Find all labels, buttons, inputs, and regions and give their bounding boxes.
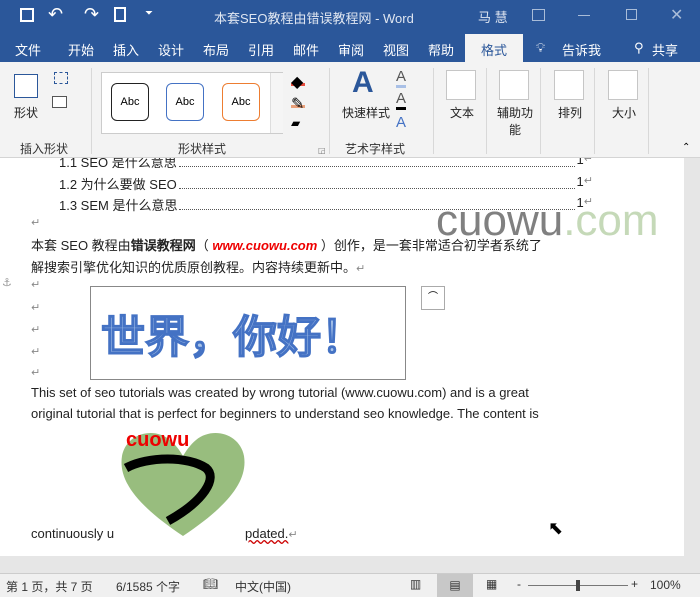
customize-icon[interactable]: ⏷ — [145, 8, 153, 19]
edit-shape-icon[interactable] — [54, 72, 68, 84]
proofing-icon[interactable]: 📖︎ — [203, 577, 218, 591]
close-icon[interactable]: ✕ — [670, 5, 683, 25]
accessibility-button[interactable]: 辅助功能 — [496, 104, 534, 138]
tab-file[interactable]: 文件 — [15, 40, 41, 59]
wordart-text[interactable]: 世界，你好！ — [100, 301, 366, 365]
shape-outline-icon[interactable]: ✎ — [291, 94, 305, 113]
tab-layout[interactable]: 布局 — [203, 40, 229, 59]
tab-review[interactable]: 审阅 — [338, 40, 364, 59]
tab-references[interactable]: 引用 — [248, 40, 274, 59]
gallery-scrollbar[interactable] — [270, 73, 283, 133]
paragraph-chinese-2: 解搜索引擎优化知识的优质原创教程。内容持续更新中。↵ — [31, 260, 366, 275]
textbox-icon[interactable] — [52, 96, 67, 108]
tab-mailings[interactable]: 邮件 — [293, 40, 319, 59]
link[interactable]: www.cuowu.com — [212, 238, 317, 253]
tab-help[interactable]: 帮助 — [428, 40, 454, 59]
paragraph-english-2: original tutorial that is perfect for be… — [31, 406, 539, 421]
text-icon[interactable] — [446, 70, 476, 100]
style-black[interactable]: Abc — [111, 83, 149, 121]
title-bar: ↶ ↷ ⏷ 本套SEO教程由错误教程网 - Word 马 慧 ✕ — [0, 0, 700, 34]
zoom-in-button[interactable]: + — [631, 577, 638, 591]
read-mode-icon[interactable]: ▥ — [410, 577, 421, 591]
text-effects-icon[interactable]: A — [396, 114, 406, 131]
tell-me[interactable]: 告诉我 — [562, 40, 601, 59]
group-insert-shapes: 插入形状 — [20, 142, 69, 156]
shapes-icon[interactable] — [14, 74, 38, 98]
minimize-icon[interactable] — [578, 15, 590, 16]
maximize-icon[interactable] — [626, 9, 637, 20]
quick-styles-button[interactable]: 快速样式 — [342, 104, 390, 121]
dialog-launcher-icon[interactable]: ◲ — [318, 146, 326, 155]
toc-entry: 1.2 为什么要做 SEO 1 ↵ — [59, 174, 593, 192]
tab-insert[interactable]: 插入 — [113, 40, 139, 59]
zoom-out-button[interactable]: - — [517, 577, 521, 591]
wordart-textbox[interactable]: 世界，你好！ — [90, 286, 406, 380]
style-blue[interactable]: Abc — [166, 83, 204, 121]
share-button[interactable]: 共享 — [652, 40, 678, 59]
print-preview-icon[interactable] — [114, 7, 126, 22]
zoom-slider[interactable] — [528, 580, 628, 591]
tab-format[interactable]: 格式 — [465, 34, 523, 62]
collapse-ribbon-icon[interactable]: ⌃ — [682, 142, 690, 153]
status-bar: 第 1 页，共 7 页 6/1585 个字 📖︎ 中文(中国) ▥ ▤ ▦ - … — [0, 573, 700, 597]
zoom-level[interactable]: 100% — [650, 578, 681, 592]
paragraph-english-1: This set of seo tutorials was created by… — [31, 385, 529, 400]
paragraph-chinese-1: 本套 SEO 教程由错误教程网（ www.cuowu.com ）创作，是一套非常… — [31, 238, 542, 253]
save-icon[interactable] — [20, 8, 34, 22]
ribbon-display-icon[interactable] — [532, 9, 545, 21]
group-wordart-styles: 艺术字样式 — [345, 142, 406, 156]
style-orange[interactable]: Abc — [222, 83, 260, 121]
lightbulb-icon: 💡︎ — [536, 40, 546, 55]
user-name[interactable]: 马 慧 — [478, 7, 508, 26]
paragraph-english-3: continuously u — [31, 526, 115, 541]
tab-home[interactable]: 开始 — [68, 40, 94, 59]
arrange-icon[interactable] — [554, 70, 584, 100]
tab-design[interactable]: 设计 — [158, 40, 184, 59]
print-layout-icon[interactable]: ▤ — [437, 574, 473, 597]
shape-fill-icon[interactable]: ◆ — [291, 72, 305, 91]
group-shape-styles: 形状样式 — [178, 142, 227, 156]
anchor-icon: ⚓ — [2, 277, 12, 289]
redo-icon[interactable]: ↷ — [84, 4, 99, 25]
word-count[interactable]: 6/1585 个字 — [116, 578, 180, 595]
page-count[interactable]: 第 1 页，共 7 页 — [6, 578, 93, 595]
text-outline-icon[interactable]: A — [396, 90, 407, 110]
shapes-button[interactable]: 形状 — [14, 104, 38, 121]
toc-entry: 1.1 SEO 是什么意思 1 ↵ — [59, 158, 593, 171]
accessibility-icon[interactable] — [499, 70, 529, 100]
arrange-button[interactable]: 排列 — [558, 104, 582, 121]
logo-text: cuowu — [126, 429, 189, 451]
wordart-quick-styles-icon[interactable]: A — [352, 66, 374, 100]
vertical-scrollbar[interactable] — [684, 158, 700, 556]
ribbon-tabs: 文件 开始 插入 设计 布局 引用 邮件 审阅 视图 帮助 格式 💡︎ 告诉我 … — [0, 34, 700, 62]
text-button[interactable]: 文本 — [450, 104, 474, 121]
layout-options-icon[interactable]: ⌒ — [421, 286, 445, 310]
mouse-cursor-icon: ⬉ — [548, 518, 564, 538]
size-icon[interactable] — [608, 70, 638, 100]
ribbon: 形状 插入形状 Abc Abc Abc ◆ ✎ ▰ 形状样式 ◲ A 快速样式 … — [0, 62, 700, 158]
window-title: 本套SEO教程由错误教程网 - Word — [214, 11, 414, 26]
zoom-slider-thumb[interactable] — [576, 580, 580, 591]
shape-effects-icon[interactable]: ▰ — [291, 116, 300, 130]
web-layout-icon[interactable]: ▦ — [486, 577, 497, 591]
tab-view[interactable]: 视图 — [383, 40, 409, 59]
text-fill-icon[interactable]: A — [396, 68, 407, 88]
user-icon: ⚲ — [634, 40, 644, 55]
document-page[interactable]: 1.1 SEO 是什么意思 1 ↵ 1.2 为什么要做 SEO 1 ↵ 1.3 SEM … — [0, 158, 684, 556]
shape-styles-gallery[interactable]: Abc Abc Abc — [101, 72, 283, 134]
undo-icon[interactable]: ↶ — [48, 4, 63, 25]
heart-logo-image[interactable]: cuowu — [118, 426, 248, 538]
size-button[interactable]: 大小 — [612, 104, 636, 121]
language[interactable]: 中文(中国) — [235, 578, 291, 595]
